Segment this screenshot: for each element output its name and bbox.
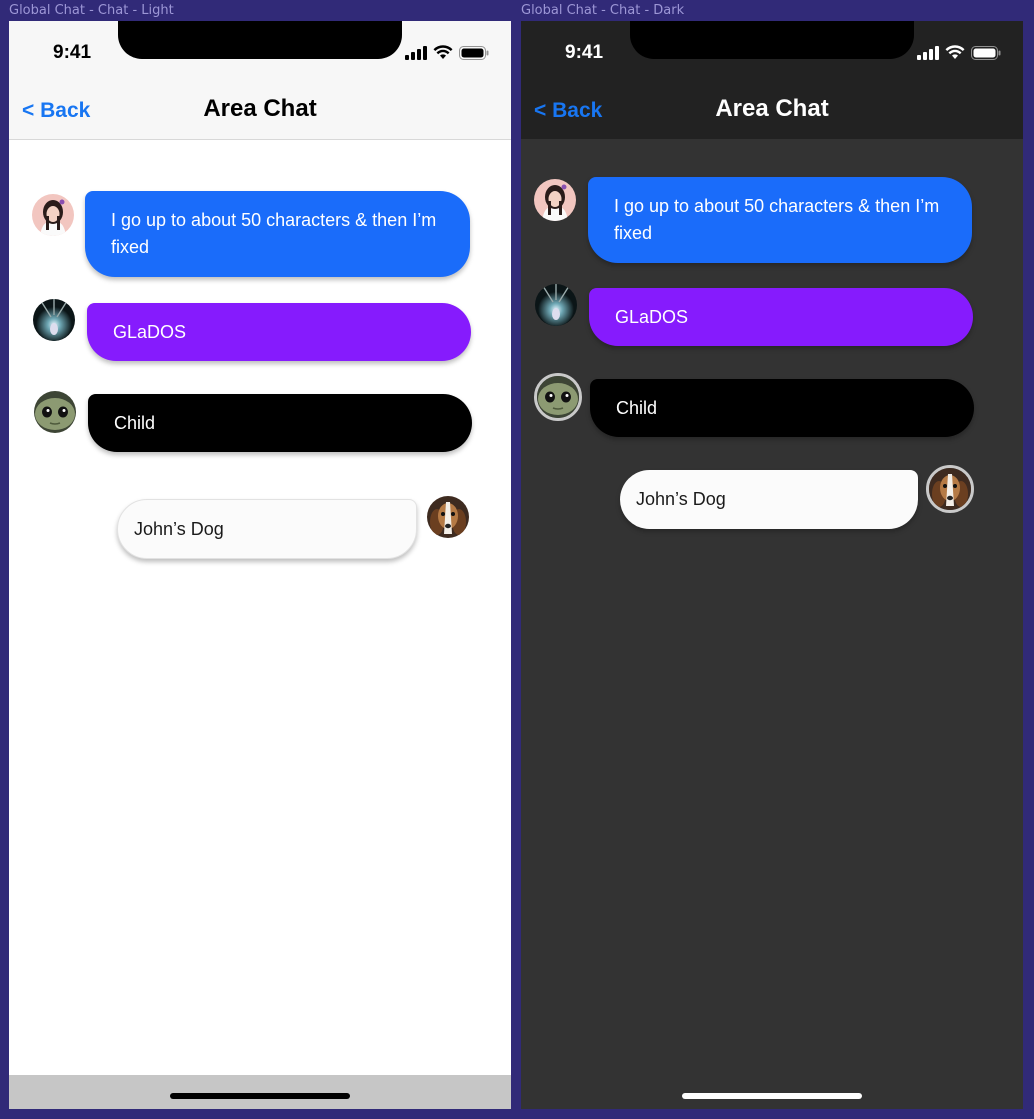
chat-bubble[interactable]: I go up to about 50 characters & then I’…: [85, 191, 470, 277]
chat-bubble[interactable]: Child: [590, 379, 974, 437]
message-text: Child: [616, 397, 658, 418]
home-bar-area: [9, 1075, 511, 1109]
navbar: < Back Area Chat: [9, 81, 511, 140]
navbar: < Back Area Chat: [521, 81, 1023, 139]
page-title: Area Chat: [203, 95, 317, 122]
message-text: GLaDOS: [113, 321, 187, 342]
home-bar-area: [521, 1075, 1023, 1109]
child-avatar[interactable]: [34, 391, 76, 433]
signal-icon: [405, 45, 427, 60]
glados-avatar[interactable]: [33, 299, 75, 341]
chat-bubble[interactable]: GLaDOS: [589, 288, 973, 346]
chat-bubble[interactable]: John’s Dog: [620, 470, 918, 529]
wifi-icon: [945, 45, 965, 59]
wifi-icon: [433, 45, 453, 59]
notch: [118, 21, 402, 59]
child-avatar[interactable]: [534, 373, 582, 421]
phone-light: 9:41 < Back Area Chat I go up to about 5…: [9, 21, 511, 1109]
signal-icon: [917, 45, 939, 60]
frame-label-dark: Global Chat - Chat - Dark: [521, 3, 685, 18]
message-text: GLaDOS: [615, 306, 689, 327]
page-title: Area Chat: [715, 95, 829, 122]
dog-avatar[interactable]: [427, 496, 469, 538]
status-bar: 9:41: [521, 21, 1023, 81]
message-text: John’s Dog: [636, 489, 726, 509]
message-text: John’s Dog: [134, 518, 224, 539]
glados-avatar[interactable]: [535, 284, 577, 326]
battery-icon: [971, 45, 1001, 60]
status-time: 9:41: [53, 42, 92, 63]
girl-avatar[interactable]: [32, 194, 74, 236]
chat-bubble[interactable]: GLaDOS: [87, 303, 471, 361]
chat-bubble[interactable]: John’s Dog: [117, 499, 417, 559]
dog-avatar[interactable]: [926, 465, 974, 513]
home-indicator[interactable]: [682, 1093, 862, 1099]
battery-icon: [459, 45, 489, 60]
message-text: Child: [114, 412, 156, 433]
frame-label-light: Global Chat - Chat - Light: [9, 3, 174, 18]
girl-avatar[interactable]: [534, 179, 576, 221]
message-text: I go up to about 50 characters & then I’…: [614, 196, 940, 243]
chat-bubble[interactable]: Child: [88, 394, 472, 452]
status-bar: 9:41: [9, 21, 511, 81]
chat-bubble[interactable]: I go up to about 50 characters & then I’…: [588, 177, 972, 263]
message-text: I go up to about 50 characters & then I’…: [111, 210, 437, 257]
notch: [630, 21, 914, 59]
status-time: 9:41: [565, 42, 604, 63]
home-indicator[interactable]: [170, 1093, 350, 1099]
phone-dark: 9:41 < Back Area Chat I go up to about 5…: [521, 21, 1023, 1109]
